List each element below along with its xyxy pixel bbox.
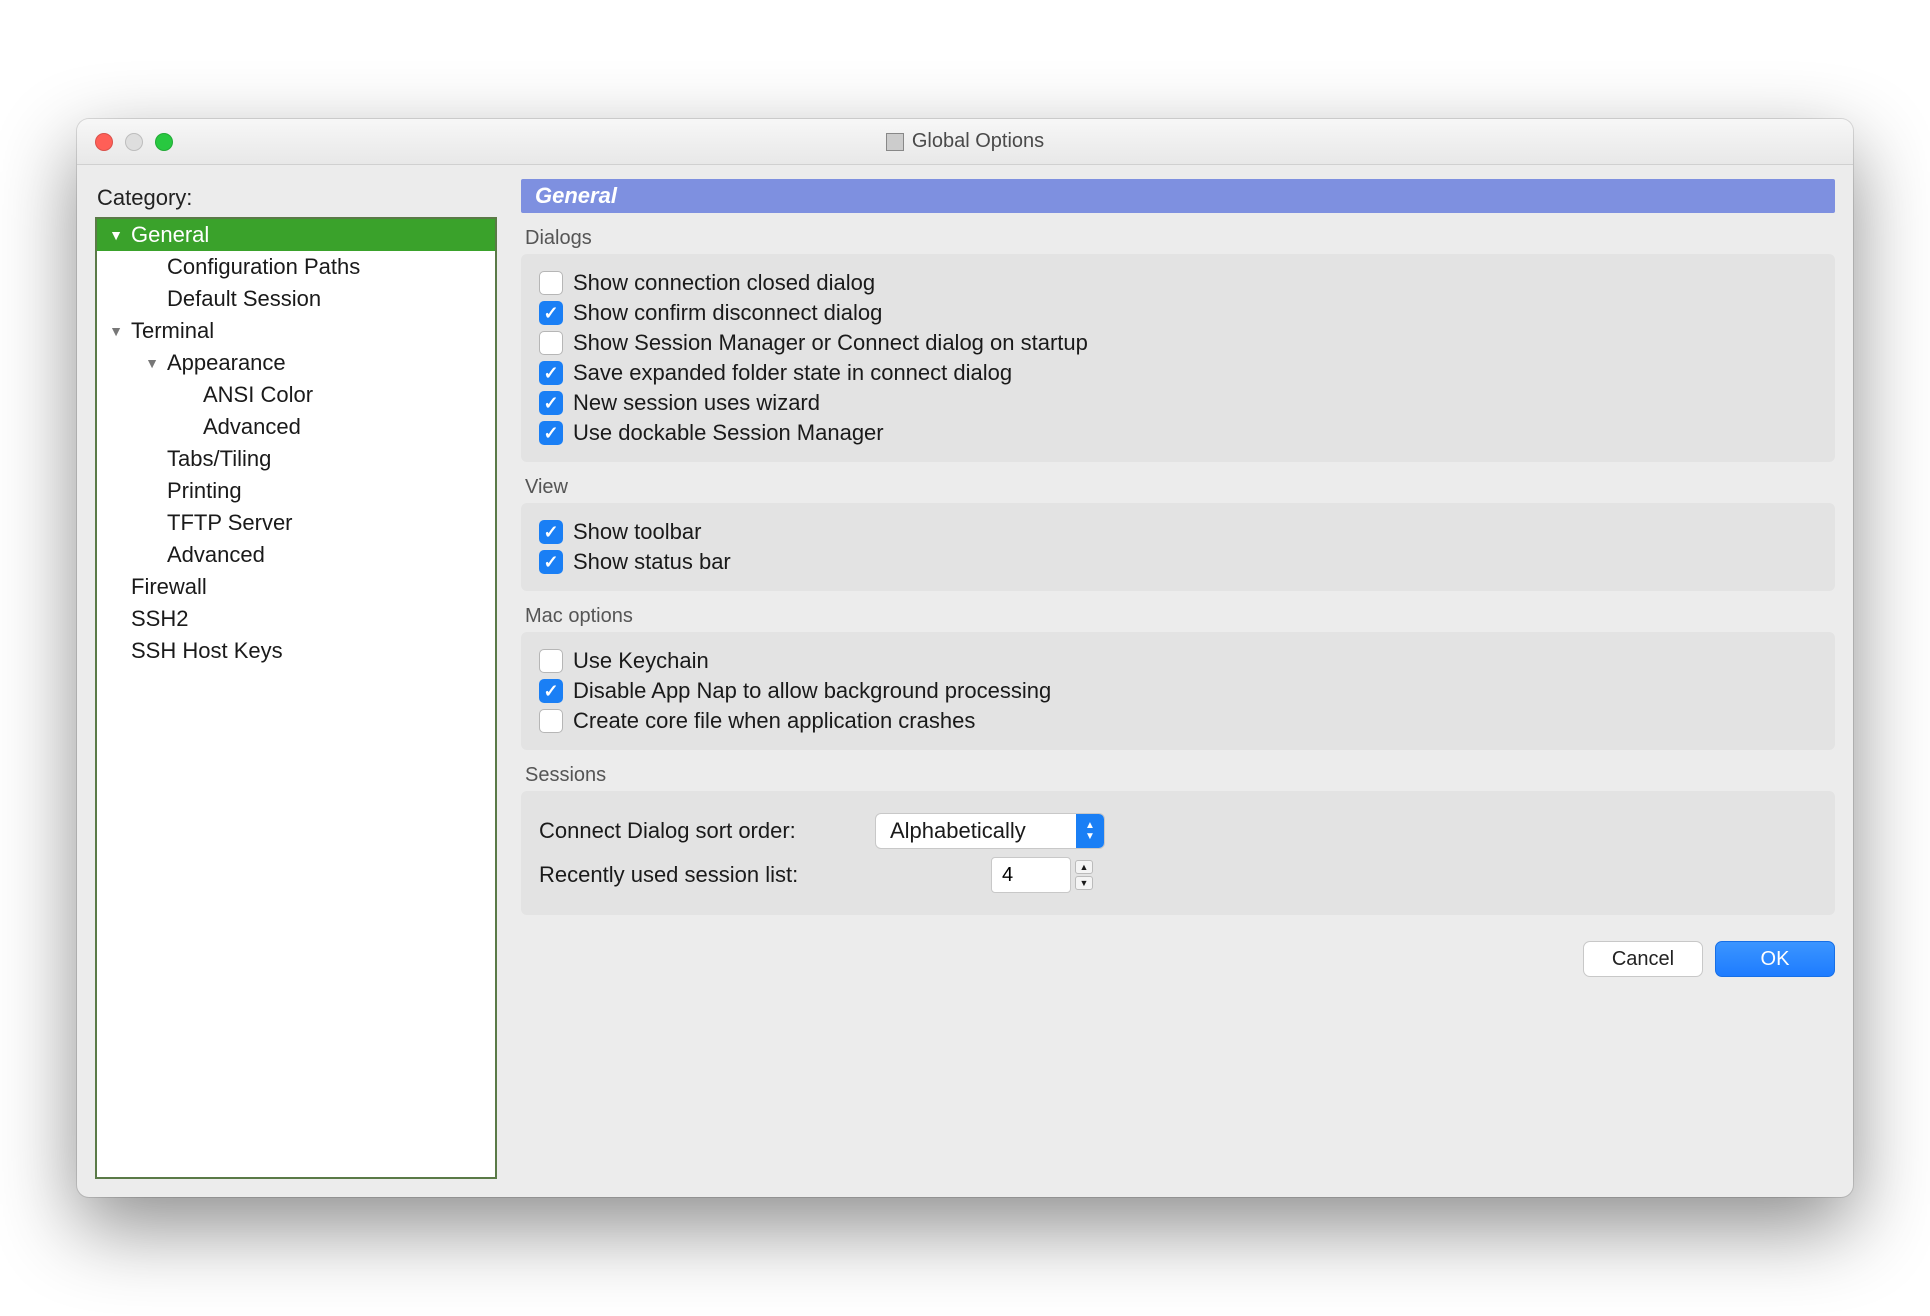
tree-item[interactable]: ▼ Terminal [97, 315, 495, 347]
recent-list-label: Recently used session list: [539, 862, 859, 888]
tree-item[interactable]: ANSI Color [97, 379, 495, 411]
tree-item[interactable]: Advanced [97, 539, 495, 571]
ok-button[interactable]: OK [1715, 941, 1835, 977]
window-controls [95, 133, 173, 151]
checkbox-row: Save expanded folder state in connect di… [539, 358, 1817, 388]
checkbox[interactable] [539, 301, 563, 325]
tree-item-label: Tabs/Tiling [167, 446, 271, 472]
checkbox-row: Disable App Nap to allow background proc… [539, 676, 1817, 706]
zoom-icon[interactable] [155, 133, 173, 151]
group-label-view: View [525, 476, 1835, 499]
checkbox[interactable] [539, 520, 563, 544]
disclosure-triangle-icon[interactable]: ▼ [107, 323, 125, 339]
category-label: Category: [97, 185, 497, 211]
tree-item[interactable]: Default Session [97, 283, 495, 315]
chevron-up-icon[interactable]: ▲ [1075, 860, 1093, 874]
recent-list-stepper[interactable]: ▲ ▼ [1075, 857, 1093, 893]
tree-item-label: Configuration Paths [167, 254, 360, 280]
global-options-window: Global Options Category: ▼ General Configu… [77, 119, 1853, 1197]
group-view: Show toolbar Show status bar [521, 503, 1835, 591]
checkbox-label: Disable App Nap to allow background proc… [573, 678, 1051, 704]
checkbox-row: Show Session Manager or Connect dialog o… [539, 328, 1817, 358]
category-tree[interactable]: ▼ General Configuration Paths Default Sessi… [95, 217, 497, 1179]
tree-item[interactable]: Printing [97, 475, 495, 507]
sort-order-select[interactable]: Alphabetically ▲▼ [875, 813, 1105, 849]
window-title: Global Options [912, 130, 1044, 153]
tree-item-label: TFTP Server [167, 510, 293, 536]
chevron-down-icon[interactable]: ▼ [1075, 876, 1093, 890]
minimize-icon [125, 133, 143, 151]
tree-item-label: Appearance [167, 350, 286, 376]
group-label-dialogs: Dialogs [525, 227, 1835, 250]
checkbox[interactable] [539, 331, 563, 355]
checkbox[interactable] [539, 649, 563, 673]
checkbox-label: Show confirm disconnect dialog [573, 300, 882, 326]
tree-item-label: Default Session [167, 286, 321, 312]
checkbox-row: Use dockable Session Manager [539, 418, 1817, 448]
tree-item-label: Advanced [203, 414, 301, 440]
group-mac: Use Keychain Disable App Nap to allow bac… [521, 632, 1835, 750]
checkbox-label: Show status bar [573, 549, 731, 575]
checkbox-label: Use dockable Session Manager [573, 420, 884, 446]
recent-list-input[interactable] [991, 857, 1071, 893]
titlebar: Global Options [77, 119, 1853, 165]
tree-item[interactable]: SSH Host Keys [97, 635, 495, 667]
app-icon [886, 133, 904, 151]
checkbox-label: Show connection closed dialog [573, 270, 875, 296]
sort-order-value: Alphabetically [876, 814, 1076, 848]
checkbox-label: New session uses wizard [573, 390, 820, 416]
tree-item-label: Terminal [131, 318, 214, 344]
group-sessions: Connect Dialog sort order: Alphabeticall… [521, 791, 1835, 915]
checkbox-row: Create core file when application crashe… [539, 706, 1817, 736]
checkbox[interactable] [539, 709, 563, 733]
checkbox-label: Use Keychain [573, 648, 709, 674]
checkbox-row: Show confirm disconnect dialog [539, 298, 1817, 328]
checkbox-label: Show toolbar [573, 519, 701, 545]
tree-item-label: Firewall [131, 574, 207, 600]
close-icon[interactable] [95, 133, 113, 151]
checkbox-label: Show Session Manager or Connect dialog o… [573, 330, 1088, 356]
checkbox[interactable] [539, 361, 563, 385]
sort-order-label: Connect Dialog sort order: [539, 818, 859, 844]
checkbox-row: Show status bar [539, 547, 1817, 577]
tree-item[interactable]: Advanced [97, 411, 495, 443]
tree-item[interactable]: SSH2 [97, 603, 495, 635]
tree-item-label: Printing [167, 478, 242, 504]
checkbox-label: Save expanded folder state in connect di… [573, 360, 1012, 386]
tree-item-label: SSH Host Keys [131, 638, 283, 664]
tree-item[interactable]: ▼ General [97, 219, 495, 251]
disclosure-triangle-icon[interactable]: ▼ [143, 355, 161, 371]
checkbox[interactable] [539, 391, 563, 415]
tree-item[interactable]: Firewall [97, 571, 495, 603]
group-label-sessions: Sessions [525, 764, 1835, 787]
checkbox[interactable] [539, 271, 563, 295]
group-dialogs: Show connection closed dialog Show confir… [521, 254, 1835, 462]
tree-item-label: SSH2 [131, 606, 188, 632]
tree-item[interactable]: TFTP Server [97, 507, 495, 539]
checkbox-row: Show toolbar [539, 517, 1817, 547]
tree-item-label: General [131, 222, 209, 248]
checkbox-label: Create core file when application crashe… [573, 708, 975, 734]
tree-item[interactable]: ▼ Appearance [97, 347, 495, 379]
disclosure-triangle-icon[interactable]: ▼ [107, 227, 125, 243]
checkbox[interactable] [539, 550, 563, 574]
checkbox-row: New session uses wizard [539, 388, 1817, 418]
checkbox[interactable] [539, 421, 563, 445]
checkbox-row: Use Keychain [539, 646, 1817, 676]
panel-title: General [521, 179, 1835, 213]
cancel-button[interactable]: Cancel [1583, 941, 1703, 977]
chevron-up-down-icon: ▲▼ [1076, 814, 1104, 848]
checkbox-row: Show connection closed dialog [539, 268, 1817, 298]
tree-item[interactable]: Configuration Paths [97, 251, 495, 283]
tree-item-label: ANSI Color [203, 382, 313, 408]
checkbox[interactable] [539, 679, 563, 703]
tree-item[interactable]: Tabs/Tiling [97, 443, 495, 475]
group-label-mac: Mac options [525, 605, 1835, 628]
tree-item-label: Advanced [167, 542, 265, 568]
